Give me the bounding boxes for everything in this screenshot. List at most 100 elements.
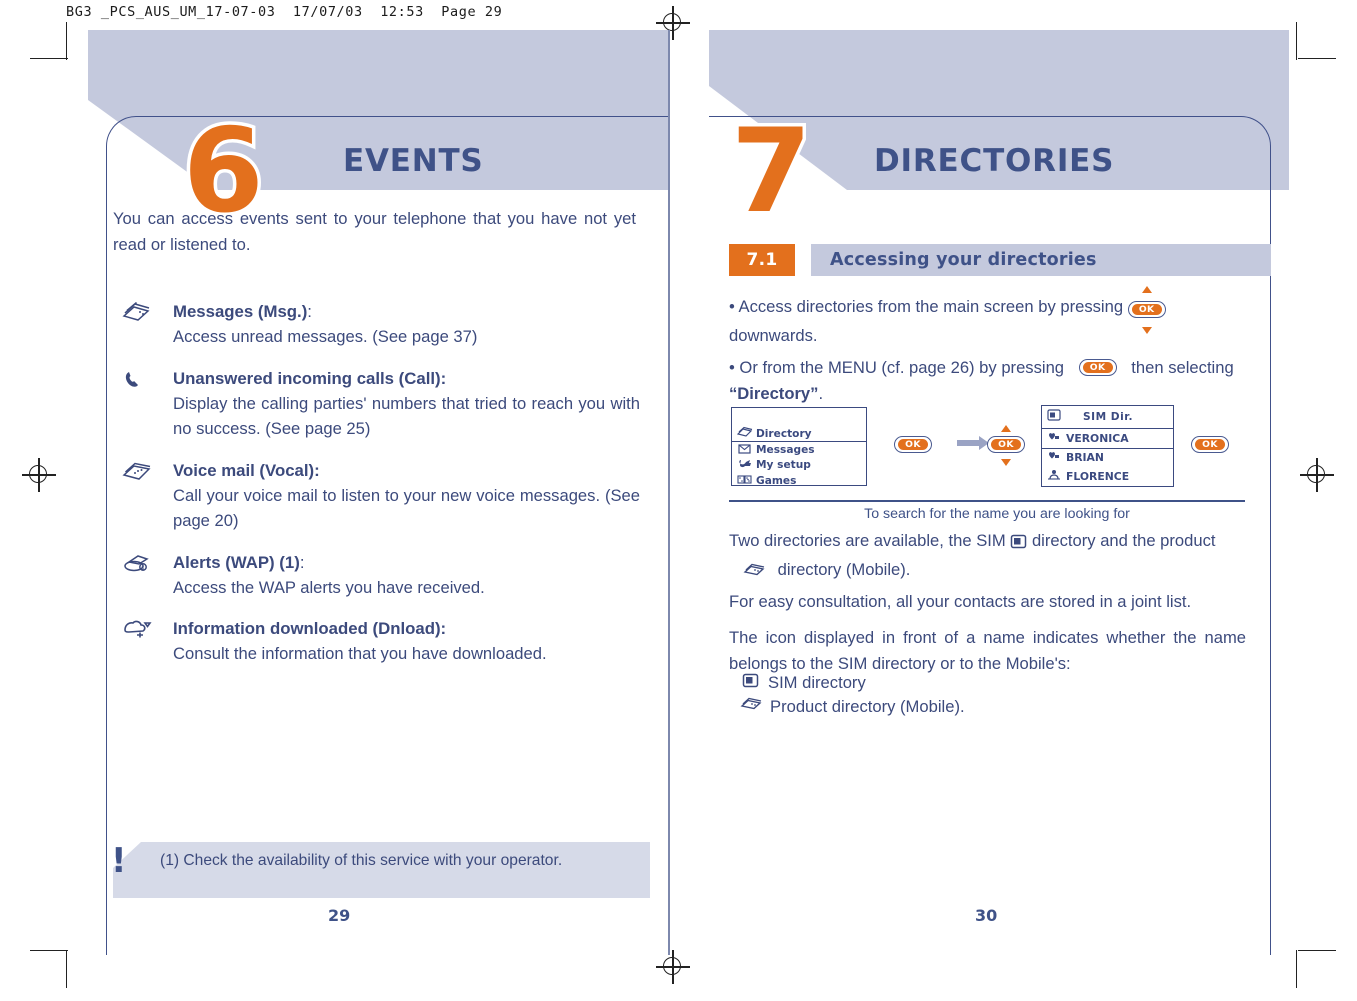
print-header: BG3 _PCS_AUS_UM_17-07-03 17/07/03 12:53 …	[66, 4, 503, 20]
icon-legend: SIM directory Product directory (Mobile)…	[729, 671, 1229, 719]
crop-mark-bl-v	[66, 950, 68, 988]
contact-row-label: FLORENCE	[1066, 469, 1130, 483]
contact-row-brian[interactable]: BRIAN	[1042, 449, 1173, 468]
list-item-title: Information downloaded (Dnload):	[173, 619, 447, 638]
contact-row-florence[interactable]: FLORENCE	[1042, 467, 1173, 486]
ok-key-with-arrows[interactable]: OK	[1127, 286, 1166, 334]
sim-contact-icon	[1047, 450, 1063, 465]
menu-row-my-setup[interactable]: My setup	[732, 458, 866, 473]
list-item: $ Alerts (WAP) (1): Access the WAP alert…	[113, 551, 640, 601]
ok-key[interactable]: OK	[1078, 359, 1117, 376]
ok-key-label: OK	[898, 439, 928, 450]
sim-card-icon	[1010, 531, 1027, 557]
footnote-warning-marker: !	[111, 841, 127, 881]
svg-text:$: $	[141, 565, 144, 571]
dice-games-icon	[737, 473, 753, 489]
registration-mark-right	[1300, 458, 1334, 492]
bullet-1-text: • Access directories from the main scree…	[729, 297, 1124, 316]
bullet-2-text: • Or from the MENU (cf. page 26) by pres…	[729, 358, 1065, 377]
right-arrow-icon	[957, 435, 991, 451]
section-heading: 7.1 Accessing your directories	[729, 244, 1271, 276]
menu-row-games[interactable]: Games	[732, 473, 866, 488]
caption-divider	[729, 500, 1245, 503]
screen-header: SIM Dir.	[1042, 406, 1173, 429]
bullet-2-directory-emphasis: “Directory”	[729, 383, 819, 403]
voice-mail-icon	[121, 461, 155, 483]
footnote-text: (1) Check the availability of this servi…	[160, 852, 563, 869]
paragraph-text-b: directory and the product	[1031, 531, 1216, 550]
list-item-title: Alerts (WAP) (1):	[173, 552, 305, 572]
section-title: Accessing your directories	[830, 250, 1097, 270]
legend-label: Product directory (Mobile).	[770, 697, 965, 716]
paragraph-two-directories: Two directories are available, the SIM d…	[729, 528, 1246, 585]
gutter-rule-left	[668, 30, 670, 955]
crop-mark-br-v	[1296, 950, 1298, 988]
crop-mark-tr-v	[1296, 22, 1298, 60]
list-item-title: Unanswered incoming calls (Call):	[173, 368, 447, 388]
arrow-down-icon	[1141, 326, 1152, 334]
sim-directory-screen: SIM Dir. VERONICA BRIAN FLORENCE	[1041, 405, 1174, 487]
list-item: Voice mail (Vocal): Call your voice mail…	[113, 459, 640, 534]
crop-mark-bl-h	[30, 950, 68, 952]
crop-mark-tl-h	[30, 58, 68, 60]
paragraph-text-a: Two directories are available, the SIM	[729, 531, 1006, 550]
intro-paragraph: You can access events sent to your telep…	[113, 209, 636, 254]
events-list: Messages (Msg.): Access unread messages.…	[113, 300, 640, 684]
list-item-description: Display the calling parties' numbers tha…	[173, 393, 640, 439]
diagram-caption: To search for the name you are looking f…	[864, 506, 1130, 522]
registration-mark-bottom	[656, 950, 690, 984]
ok-key-label: OK	[1082, 362, 1113, 373]
list-item-title: Voice mail (Vocal):	[173, 460, 320, 480]
messages-icon	[121, 301, 155, 324]
paragraph-easy-consultation: For easy consultation, all your contacts…	[729, 592, 1192, 611]
arrow-down-icon	[1001, 459, 1011, 466]
arrow-up-icon	[1001, 425, 1011, 432]
page-number: 30	[975, 906, 998, 925]
contact-row-label: VERONICA	[1066, 431, 1129, 445]
legend-item: Product directory (Mobile).	[729, 695, 1229, 719]
menu-row-messages[interactable]: Messages	[732, 442, 866, 457]
list-item-description: Access unread messages. (See page 37)	[173, 327, 478, 346]
download-icon	[121, 619, 155, 641]
page-number: 29	[328, 906, 351, 925]
contact-row-veronica[interactable]: VERONICA	[1042, 428, 1173, 449]
crop-mark-br-h	[1298, 950, 1336, 952]
ok-key-label: OK	[1195, 439, 1225, 450]
ok-key-label: OK	[1131, 304, 1162, 315]
manual-page-spread: BG3 _PCS_AUS_UM_17-07-03 17/07/03 12:53 …	[0, 0, 1357, 1001]
sim-card-icon	[1047, 408, 1061, 426]
mobile-contact-icon	[1047, 469, 1063, 484]
registration-mark-left	[22, 458, 56, 492]
list-item-description: Call your voice mail to listen to your n…	[173, 485, 640, 531]
envelope-icon	[737, 442, 753, 458]
paragraph-icon-explanation: The icon displayed in front of a name in…	[729, 628, 1246, 673]
list-item: Messages (Msg.): Access unread messages.…	[113, 300, 640, 350]
menu-row-label: Messages	[756, 443, 815, 456]
diagram-ok-key-3[interactable]: OK	[1191, 436, 1229, 453]
sim-contact-icon	[1047, 431, 1063, 446]
diagram-ok-key-2[interactable]: OK	[987, 425, 1025, 466]
list-item: Information downloaded (Dnload): Consult…	[113, 617, 640, 667]
my-setup-icon	[737, 457, 753, 473]
list-item-title: Messages (Msg.):	[173, 302, 312, 321]
left-page: 6 EVENTS You can access events sent to y…	[88, 30, 668, 955]
chapter-title: EVENTS	[343, 143, 484, 179]
bullet-2-period: .	[818, 383, 824, 403]
directory-access-diagram: Directory Messages My setup Games OK OK …	[729, 402, 1271, 502]
contact-row-label: BRIAN	[1066, 451, 1104, 465]
menu-row-label: My setup	[756, 459, 811, 472]
wap-alert-icon: $	[121, 553, 155, 575]
section-title-band: Accessing your directories	[811, 244, 1271, 276]
bullet-2: • Or from the MENU (cf. page 26) by pres…	[729, 355, 1246, 406]
menu-row-directory[interactable]: Directory	[732, 426, 866, 443]
sim-card-icon	[742, 673, 768, 693]
missed-call-handset-icon	[121, 369, 155, 391]
arrow-up-icon	[1141, 286, 1152, 293]
directory-cards-icon	[743, 560, 767, 586]
diagram-ok-key-1[interactable]: OK	[894, 436, 932, 453]
menu-row-label: Games	[756, 474, 797, 487]
ok-key-label: OK	[991, 439, 1021, 450]
bullet-2-text-mid: then selecting	[1131, 358, 1234, 377]
menu-screen: Directory Messages My setup Games	[731, 407, 867, 488]
directory-cards-icon	[736, 426, 753, 442]
